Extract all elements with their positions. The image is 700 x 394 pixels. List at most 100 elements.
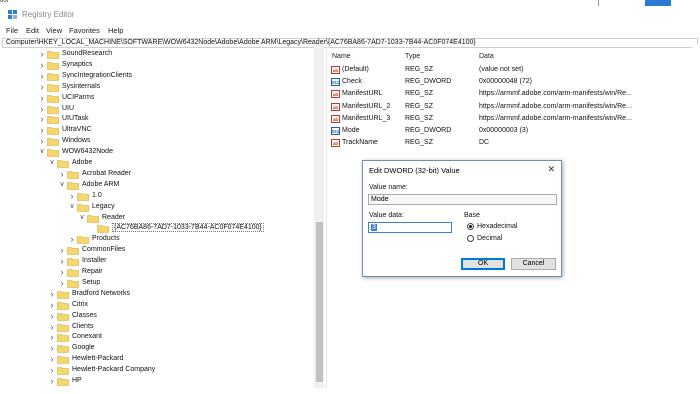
tree-item[interactable]: › Setup [0, 278, 320, 289]
hexadecimal-radio[interactable] [467, 223, 474, 230]
tree-item[interactable]: › Hewlett-Packard Company [0, 365, 320, 376]
tree-item[interactable]: › Products [0, 234, 320, 245]
cancel-button[interactable]: Cancel [511, 258, 556, 270]
tree-item[interactable]: › Installer [0, 256, 320, 267]
tree-item-label: UCIParms [62, 93, 95, 101]
tree-item[interactable]: › Google [0, 343, 320, 354]
column-header-name[interactable]: Name [332, 53, 351, 60]
chevron-right-icon[interactable]: › [38, 50, 46, 59]
chevron-right-icon[interactable]: › [68, 235, 76, 244]
tree-item[interactable]: ∨ Adobe [0, 158, 320, 169]
chevron-right-icon[interactable]: › [48, 355, 56, 364]
tree-item[interactable]: › UltraVNC [0, 125, 320, 136]
chevron-down-icon[interactable]: ∨ [48, 159, 56, 167]
menu-help[interactable]: Help [108, 26, 123, 35]
chevron-down-icon[interactable]: ∨ [68, 203, 76, 211]
tree-item[interactable]: › HP [0, 376, 320, 387]
value-data: 0x00000048 (72) [479, 78, 532, 86]
menu-edit[interactable]: Edit [26, 26, 39, 35]
registry-value-row[interactable]: ab ManifestURL_2 REG_SZ https://armmf.adobe… [328, 101, 648, 113]
tree-item-label: Conexant [72, 333, 102, 341]
values-scrollbar[interactable] [692, 44, 699, 388]
tree-item[interactable]: › Conexant [0, 332, 320, 343]
tree-item[interactable]: › Repair [0, 267, 320, 278]
tree-item[interactable]: › Bradford Networks [0, 289, 320, 300]
chevron-down-icon[interactable]: ∨ [58, 181, 66, 189]
chevron-right-icon[interactable]: › [38, 71, 46, 80]
chevron-right-icon[interactable]: › [38, 104, 46, 113]
chevron-right-icon[interactable]: › [48, 311, 56, 320]
registry-value-row[interactable]: ab ManifestURL_3 REG_SZ https://armmf.adobe… [328, 113, 648, 125]
tree-item[interactable]: › Acrobat Reader [0, 169, 320, 180]
column-header-data[interactable]: Data [479, 53, 494, 60]
chevron-right-icon[interactable]: › [38, 115, 46, 124]
tree-item[interactable]: › UCIParms [0, 93, 320, 104]
pane-splitter[interactable] [326, 44, 327, 388]
tree-item[interactable]: › CommonFiles [0, 245, 320, 256]
decimal-radio[interactable] [467, 235, 474, 242]
tree-item[interactable]: › Classes [0, 311, 320, 322]
tree-item[interactable]: ∨ Legacy [0, 202, 320, 213]
chevron-right-icon[interactable]: › [38, 126, 46, 135]
chevron-right-icon[interactable]: › [48, 377, 56, 386]
folder-icon [57, 378, 69, 386]
menu-view[interactable]: View [46, 26, 62, 35]
chevron-right-icon[interactable]: › [48, 366, 56, 375]
chevron-right-icon[interactable]: › [58, 278, 66, 287]
tree-item[interactable]: › Synaptics [0, 60, 320, 71]
tree-item[interactable]: ∨ Adobe ARM [0, 180, 320, 191]
menu-favorites[interactable]: Favorites [69, 26, 100, 35]
tree-item[interactable]: {AC76BA86-7AD7-1033-7B44-AC0F074E4100} [0, 223, 320, 234]
value-name: ManifestURL_3 [342, 114, 391, 122]
tree-item[interactable]: ∨ Reader [0, 213, 320, 224]
tree-item[interactable]: › Hewlett-Packard [0, 354, 320, 365]
value-data-input[interactable]: 3 [368, 222, 452, 233]
hexadecimal-label[interactable]: Hexadecimal [477, 223, 517, 230]
registry-value-row[interactable]: ab ManifestURL REG_SZ https://armmf.adobe.c… [328, 88, 648, 100]
tree-item[interactable]: › UIUTask [0, 114, 320, 125]
value-data: (value not set) [479, 66, 524, 73]
registry-value-row[interactable]: 011 Mode REG_DWORD 0x00000003 (3) [328, 125, 648, 137]
chevron-down-icon[interactable]: ∨ [78, 214, 86, 222]
chevron-right-icon[interactable]: › [48, 344, 56, 353]
chevron-right-icon[interactable]: › [58, 169, 66, 178]
chevron-right-icon[interactable]: › [38, 82, 46, 91]
ok-button[interactable]: OK [461, 258, 505, 270]
chevron-right-icon[interactable]: › [38, 93, 46, 102]
chevron-right-icon[interactable]: › [48, 322, 56, 331]
tree-item[interactable]: › UIU [0, 104, 320, 115]
tree-item-label: 1.0 [92, 191, 102, 199]
decimal-label[interactable]: Decimal [477, 235, 502, 242]
tree-item[interactable]: › SyncIntegrationClients [0, 71, 320, 82]
chevron-down-icon[interactable]: ∨ [38, 148, 46, 156]
chevron-right-icon[interactable]: › [58, 268, 66, 277]
chevron-right-icon[interactable]: › [58, 246, 66, 255]
menu-file[interactable]: File [6, 26, 18, 35]
title-bar: Registry Editor [0, 6, 700, 24]
chevron-right-icon[interactable]: › [48, 289, 56, 298]
folder-icon [97, 225, 109, 234]
close-icon[interactable]: ✕ [547, 164, 555, 175]
chevron-right-icon[interactable]: › [48, 300, 56, 309]
chevron-right-icon[interactable]: › [58, 257, 66, 266]
column-header-type[interactable]: Type [405, 53, 420, 60]
registry-tree-pane[interactable]: › SoundResearch › Synaptics › SyncIntegration… [0, 44, 326, 388]
tree-item[interactable]: › 1.0 [0, 191, 320, 202]
tree-item[interactable]: › Windows [0, 136, 320, 147]
tree-item[interactable]: › SoundResearch [0, 49, 320, 60]
value-name-field[interactable]: Mode [368, 194, 557, 205]
tree-item-label: Installer [82, 257, 107, 265]
registry-value-row[interactable]: ab (Default) REG_SZ (value not set) [328, 64, 648, 76]
chevron-right-icon[interactable]: › [38, 60, 46, 69]
tree-item[interactable]: ∨ WOW6432Node [0, 147, 320, 158]
tree-item[interactable]: › Citrix [0, 300, 320, 311]
folder-icon [57, 160, 69, 168]
chevron-right-icon[interactable]: › [68, 191, 76, 200]
registry-value-row[interactable]: 011 Check REG_DWORD 0x00000048 (72) [328, 76, 648, 88]
folder-icon [47, 72, 59, 81]
tree-item[interactable]: › Clients [0, 322, 320, 333]
tree-item[interactable]: › Sysinternals [0, 82, 320, 93]
chevron-right-icon[interactable]: › [38, 137, 46, 146]
chevron-right-icon[interactable]: › [48, 333, 56, 342]
registry-value-row[interactable]: ab TrackName REG_SZ DC [328, 137, 648, 149]
